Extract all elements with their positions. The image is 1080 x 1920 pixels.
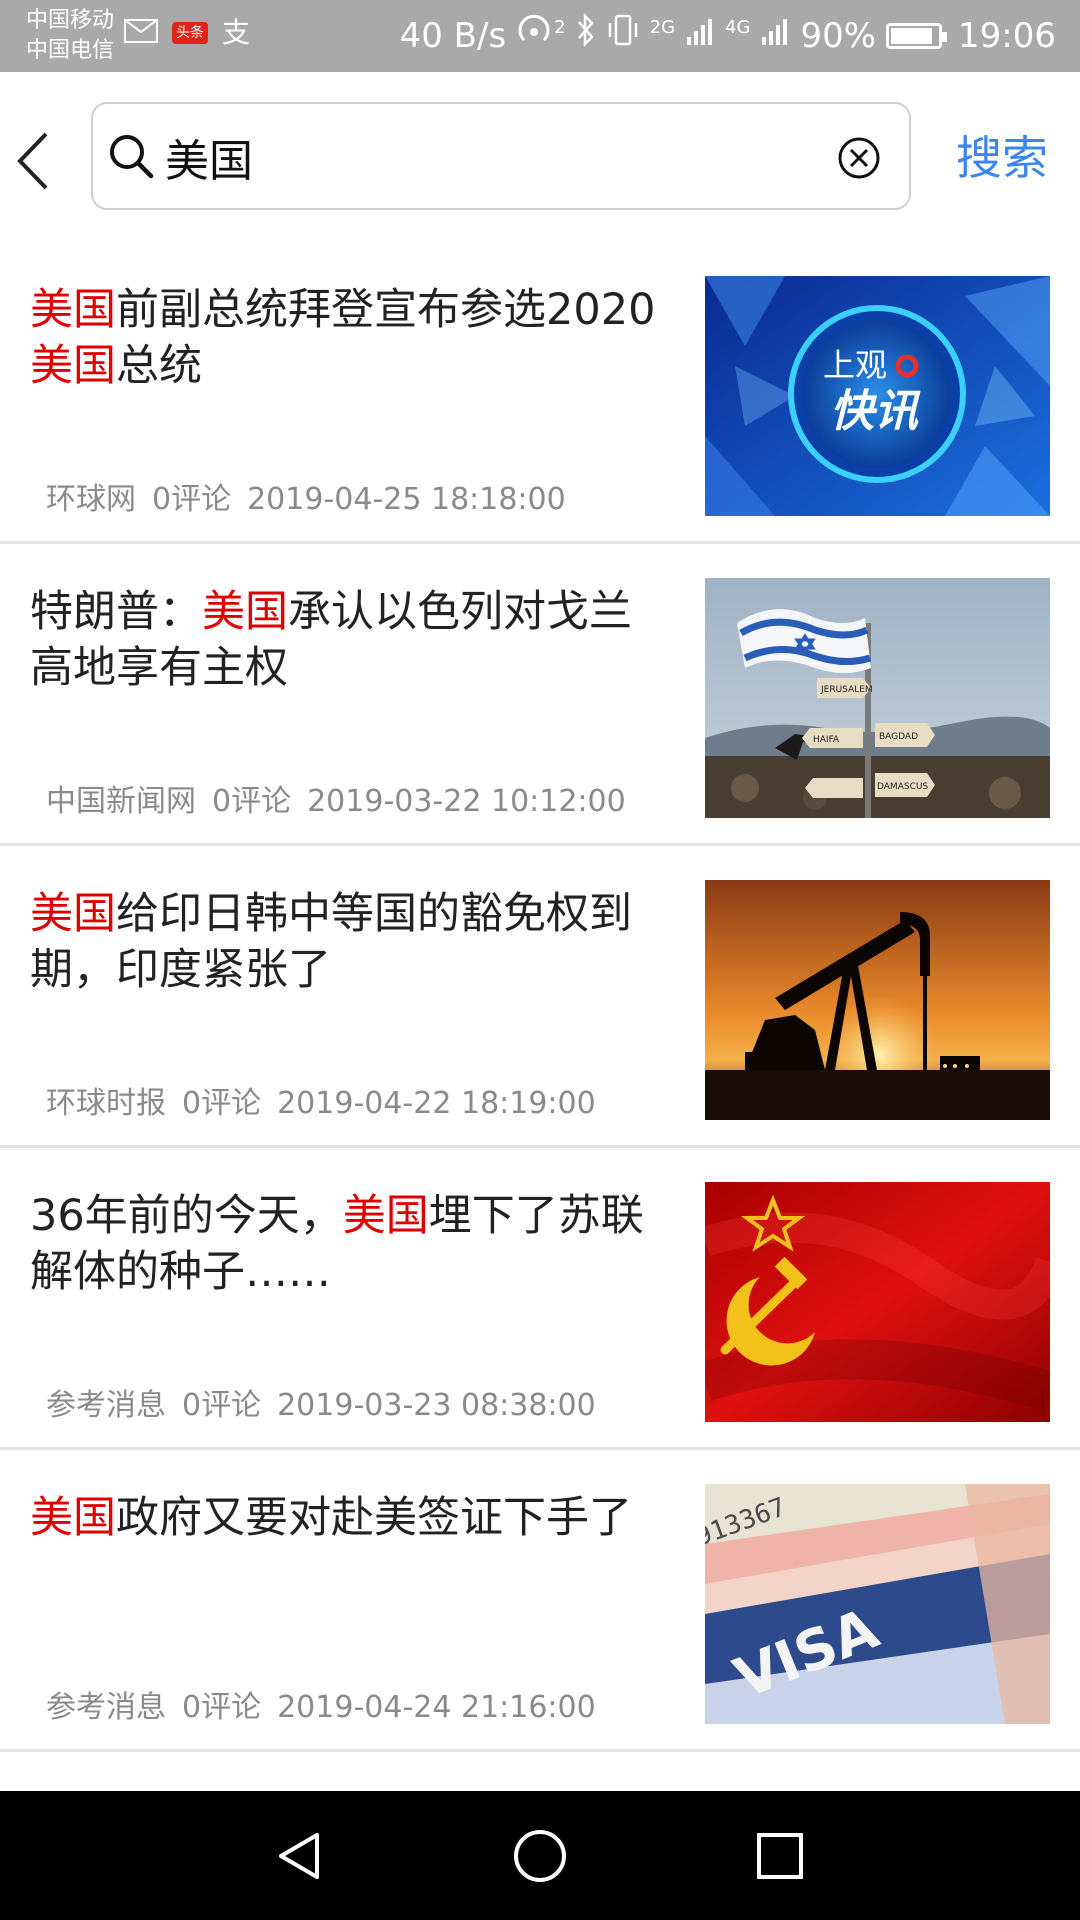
search-header: 搜索 bbox=[0, 72, 1080, 242]
keyword-highlight: 美国 bbox=[202, 587, 288, 637]
net-speed: 40 B/s bbox=[399, 16, 507, 56]
keyword-highlight: 美国 bbox=[30, 285, 116, 335]
search-box[interactable] bbox=[91, 102, 911, 210]
publish-date: 2019-03-23 08:38:00 bbox=[277, 1388, 596, 1423]
sign-label: JERUSALEM bbox=[820, 685, 873, 695]
title-text: 总统 bbox=[116, 341, 202, 391]
toutiao-app-icon: 头条 bbox=[172, 22, 208, 44]
news-meta: 环球网 0评论 2019-04-25 18:18:00 bbox=[46, 474, 582, 518]
news-source: 环球时报 bbox=[46, 1086, 166, 1121]
sign-label: BAGDAD bbox=[879, 732, 918, 742]
keyword-highlight: 美国 bbox=[30, 889, 116, 939]
carrier-top: 中国移动 bbox=[26, 8, 115, 33]
comment-count: 0评论 bbox=[212, 784, 292, 819]
title-text: 特朗普： bbox=[30, 587, 202, 637]
signal-type-2: 4G bbox=[725, 17, 751, 38]
thumb-text: 快讯 bbox=[830, 386, 921, 437]
news-title: 36年前的今天，美国埋下了苏联解体的种子…… bbox=[30, 1188, 670, 1300]
battery-icon bbox=[886, 23, 948, 49]
battery-percent: 90% bbox=[800, 16, 877, 56]
news-meta: 环球时报 0评论 2019-04-22 18:19:00 bbox=[46, 1078, 612, 1122]
alipay-icon: 支 bbox=[222, 16, 251, 49]
status-right: 40 B/s 2 2G 4G 90% 19:06 bbox=[400, 12, 1056, 60]
title-text: 给印日韩中等国的豁免权到期，印度紧张了 bbox=[30, 889, 632, 995]
news-title: 美国给印日韩中等国的豁免权到期，印度紧张了 bbox=[30, 886, 670, 998]
title-text: 政府又要对赴美签证下手了 bbox=[116, 1493, 632, 1543]
comment-count: 0评论 bbox=[182, 1690, 262, 1725]
news-source: 环球网 bbox=[46, 482, 136, 517]
battery-fill bbox=[891, 28, 933, 44]
nav-home-icon[interactable] bbox=[505, 1821, 575, 1891]
carrier-info: 中国移动 中国电信 bbox=[26, 6, 114, 66]
news-title: 美国政府又要对赴美签证下手了 bbox=[30, 1490, 670, 1546]
search-icon bbox=[110, 135, 154, 179]
news-meta: 参考消息 0评论 2019-04-24 21:16:00 bbox=[46, 1682, 612, 1726]
back-arrow-icon bbox=[17, 132, 48, 190]
news-thumbnail bbox=[705, 1182, 1050, 1422]
clock: 19:06 bbox=[958, 16, 1056, 56]
nav-back-icon[interactable] bbox=[265, 1821, 335, 1891]
news-meta: 参考消息 0评论 2019-03-23 08:38:00 bbox=[46, 1380, 612, 1424]
title-text: 36年前的今天， bbox=[30, 1191, 343, 1241]
comment-count: 0评论 bbox=[182, 1086, 262, 1121]
signal-icon-1 bbox=[685, 13, 715, 59]
news-thumbnail: 913367 VISA bbox=[705, 1484, 1050, 1724]
publish-date: 2019-03-22 10:12:00 bbox=[307, 784, 626, 819]
news-meta: 中国新闻网 0评论 2019-03-22 10:12:00 bbox=[46, 776, 642, 820]
keyword-highlight: 美国 bbox=[30, 1493, 116, 1543]
news-item[interactable]: 美国前副总统拜登宣布参选2020美国总统环球网 0评论 2019-04-25 18:… bbox=[0, 242, 1080, 544]
status-bar: 中国移动 中国电信 头条 支 40 B/s 2 2G 4G 90% 19:06 bbox=[0, 0, 1080, 72]
news-item[interactable]: 美国政府又要对赴美签证下手了参考消息 0评论 2019-04-24 21:16:00… bbox=[0, 1450, 1080, 1752]
publish-date: 2019-04-24 21:16:00 bbox=[277, 1690, 596, 1725]
news-item[interactable]: 36年前的今天，美国埋下了苏联解体的种子…… 参考消息 0评论 2019-03-23 … bbox=[0, 1148, 1080, 1450]
publish-date: 2019-04-25 18:18:00 bbox=[247, 482, 566, 517]
news-item[interactable]: 特朗普：美国承认以色列对戈兰高地享有主权中国新闻网 0评论 2019-03-22 1… bbox=[0, 544, 1080, 846]
back-button[interactable] bbox=[10, 126, 60, 196]
comment-count: 0评论 bbox=[182, 1388, 262, 1423]
carrier-bottom: 中国电信 bbox=[26, 38, 115, 63]
news-title: 美国前副总统拜登宣布参选2020美国总统 bbox=[30, 282, 670, 394]
publish-date: 2019-04-22 18:19:00 bbox=[277, 1086, 596, 1121]
notification-icons: 头条 支 bbox=[124, 18, 250, 48]
nav-recent-icon[interactable] bbox=[745, 1821, 815, 1891]
news-title: 特朗普：美国承认以色列对戈兰高地享有主权 bbox=[30, 584, 670, 696]
signal-icon-2 bbox=[760, 13, 790, 59]
sign-label: HAIFA bbox=[813, 735, 840, 745]
search-input[interactable] bbox=[165, 122, 805, 192]
news-thumbnail bbox=[705, 880, 1050, 1120]
clear-icon[interactable] bbox=[837, 136, 881, 180]
hotspot-icon bbox=[516, 12, 556, 60]
news-source: 中国新闻网 bbox=[46, 784, 196, 819]
signal-type-1: 2G bbox=[649, 17, 676, 38]
hotspot-count: 2 bbox=[554, 17, 566, 38]
news-source: 参考消息 bbox=[46, 1690, 166, 1725]
title-text: 前副总统拜登宣布参选2020 bbox=[116, 285, 656, 335]
search-button[interactable]: 搜索 bbox=[956, 122, 1048, 188]
keyword-highlight: 美国 bbox=[342, 1191, 429, 1241]
bluetooth-icon bbox=[576, 12, 596, 59]
thumb-text: 上观 bbox=[823, 346, 887, 384]
keyword-highlight: 美国 bbox=[30, 341, 116, 391]
news-list: 美国前副总统拜登宣布参选2020美国总统 环球网 0评论 2019-04-25 18:… bbox=[0, 242, 1080, 1752]
mail-icon bbox=[124, 19, 158, 47]
news-source: 参考消息 bbox=[46, 1388, 166, 1423]
news-thumbnail: 上观 快讯 bbox=[705, 276, 1050, 516]
sign-label: DAMASCUS bbox=[877, 782, 928, 792]
navigation-bar bbox=[0, 1791, 1080, 1920]
comment-count: 0评论 bbox=[152, 482, 232, 517]
news-thumbnail: JERUSALEM HAIFA BAGDAD DAMASCUS bbox=[705, 578, 1050, 818]
news-item[interactable]: 美国给印日韩中等国的豁免权到期，印度紧张了环球时报 0评论 2019-04-22 1… bbox=[0, 846, 1080, 1148]
vibrate-icon bbox=[606, 13, 640, 59]
